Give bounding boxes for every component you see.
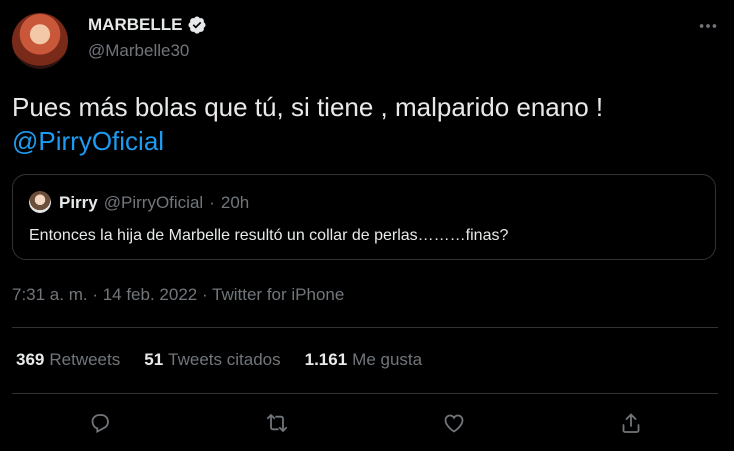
quoted-tweet[interactable]: Pirry @PirryOficial · 20h Entonces la hi… (12, 174, 716, 260)
author-name[interactable]: MARBELLE (88, 15, 207, 35)
retweets-count: 369 (16, 350, 45, 369)
likes-count: 1.161 (304, 350, 348, 369)
heart-icon (444, 414, 464, 433)
tweet-body: Pues más bolas que tú, si tiene , malpar… (12, 92, 604, 122)
tweet-text: Pues más bolas que tú, si tiene , malpar… (12, 90, 712, 158)
reply-icon (91, 414, 109, 434)
verified-icon (188, 16, 206, 34)
quote-tweets-count: 51 (144, 350, 164, 369)
retweets-label: Retweets (49, 350, 121, 369)
likes-stat[interactable]: 1.161 Me gusta (305, 350, 422, 370)
share-button[interactable] (613, 405, 649, 441)
like-button[interactable] (436, 405, 472, 441)
share-icon (622, 413, 640, 433)
quoted-text: Entonces la hija de Marbelle resultó un … (29, 227, 509, 244)
retweet-icon (266, 414, 288, 432)
quoted-name: Pirry (59, 193, 98, 212)
author-avatar[interactable] (12, 13, 68, 69)
retweet-button[interactable] (259, 405, 295, 441)
divider (12, 393, 718, 394)
reply-button[interactable] (82, 405, 118, 441)
tweet-timestamp[interactable]: 7:31 a. m. · 14 feb. 2022 · Twitter for … (12, 285, 344, 305)
more-options-button[interactable] (694, 14, 722, 38)
quoted-header: Pirry @PirryOficial · 20h (59, 193, 249, 213)
quote-tweets-label: Tweets citados (168, 350, 281, 369)
quoted-age: 20h (220, 193, 250, 212)
quoted-avatar (29, 191, 51, 213)
more-icon (699, 24, 717, 28)
tweet-stats: 369 Retweets 51 Tweets citados 1.161 Me … (16, 350, 422, 370)
divider (12, 327, 718, 328)
author-handle[interactable]: @Marbelle30 (88, 41, 189, 61)
display-name: MARBELLE (88, 15, 183, 34)
likes-label: Me gusta (352, 350, 423, 369)
mention-link[interactable]: @PirryOficial (12, 126, 164, 156)
retweets-stat[interactable]: 369 Retweets (16, 350, 120, 370)
quoted-separator: · (209, 193, 215, 212)
quoted-handle: @PirryOficial (103, 193, 204, 212)
quote-tweets-stat[interactable]: 51 Tweets citados (144, 350, 280, 370)
action-bar (0, 405, 734, 445)
